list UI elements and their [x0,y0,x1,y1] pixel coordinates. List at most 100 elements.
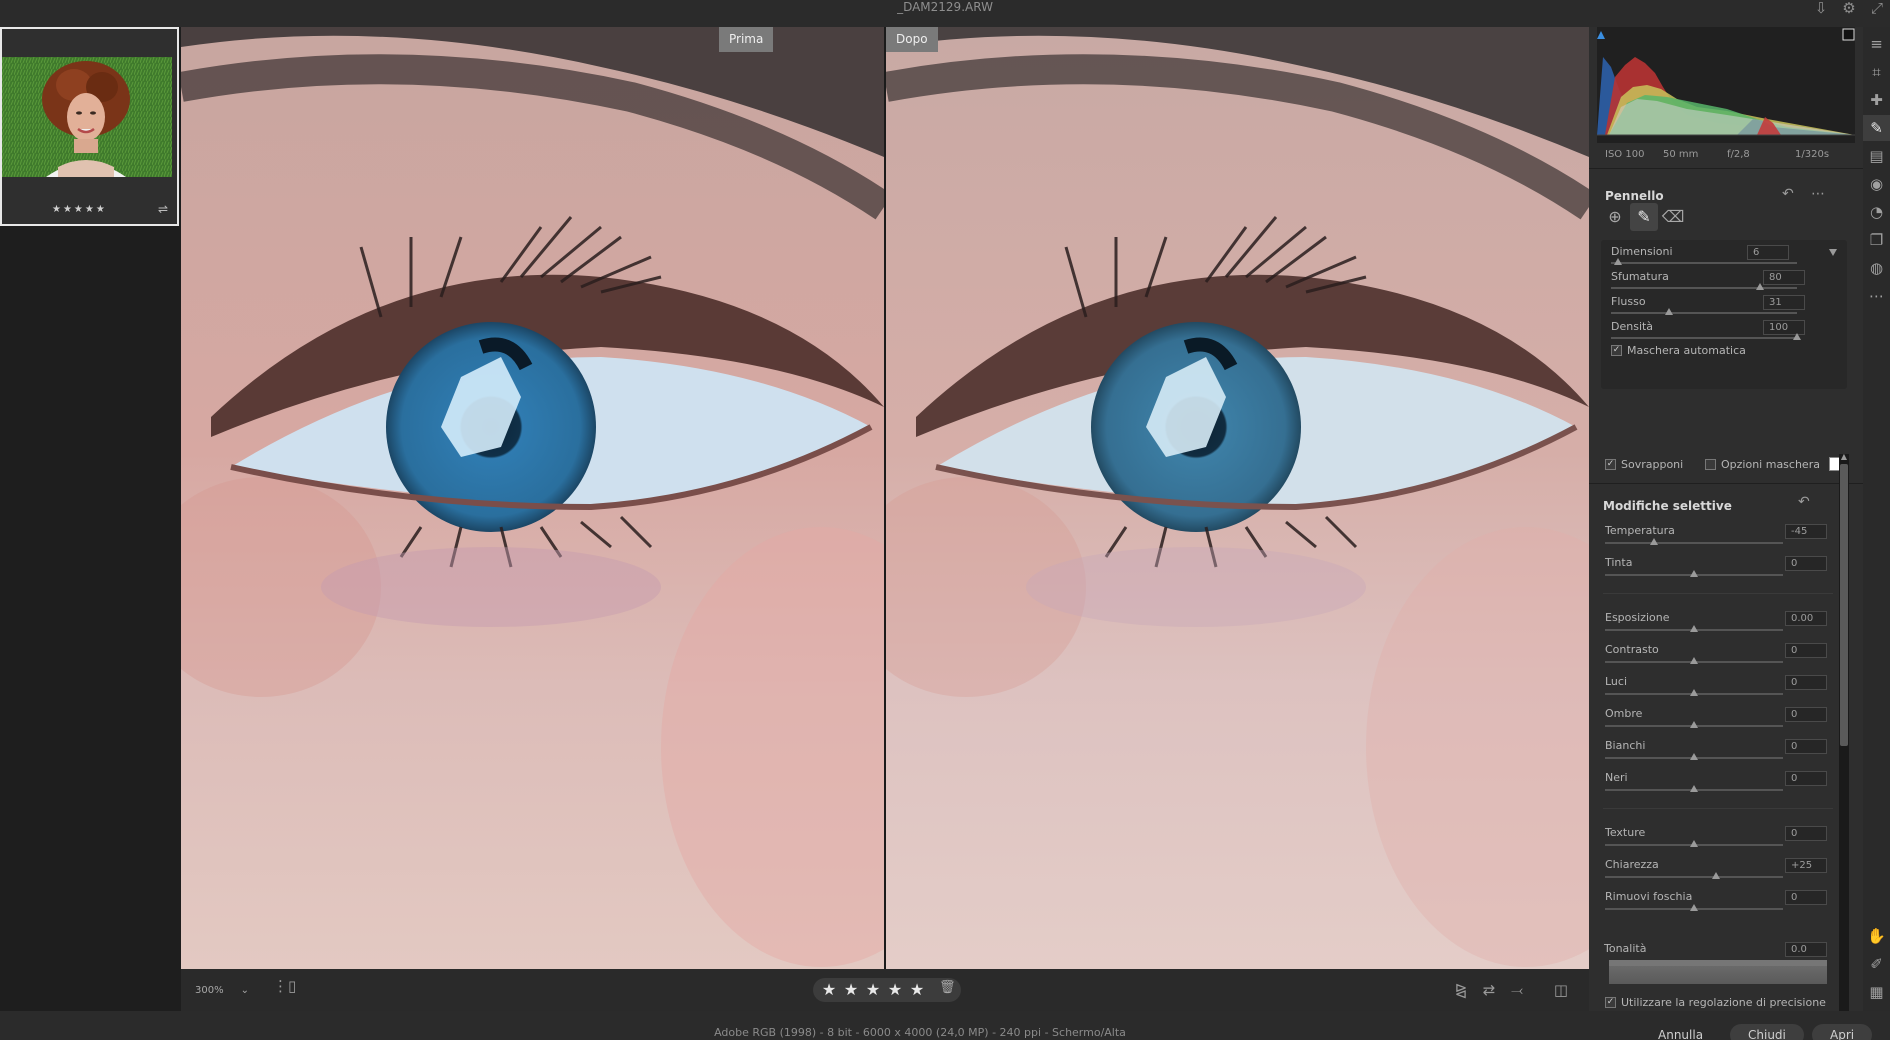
tone-value[interactable]: 0.0 [1785,942,1827,957]
presets-icon[interactable]: ◍ [1863,255,1890,281]
scroll-up-icon[interactable]: ▲ [1839,452,1849,461]
flusso-slider[interactable] [1611,312,1797,314]
flusso-slider-thumb[interactable] [1664,308,1673,315]
panel-scrollbar[interactable]: ▲ ▼ [1839,452,1849,1036]
more-options-icon[interactable]: ⋯ [1811,186,1825,202]
sfumatura-slider[interactable] [1611,287,1797,289]
hand-icon[interactable]: ✋ [1863,923,1890,949]
image-info[interactable]: Adobe RGB (1998) - 8 bit - 6000 x 4000 (… [560,1026,1280,1039]
cancel-button[interactable]: Annulla [1640,1024,1721,1040]
image-canvas[interactable]: Prima Dopo [181,27,1589,969]
bianchi-value[interactable]: 0 [1785,739,1827,754]
precision-label: Utilizzare la regolazione di precisione [1621,996,1826,1009]
tinta-slider-thumb[interactable] [1690,570,1698,577]
neri-value[interactable]: 0 [1785,771,1827,786]
after-view[interactable]: Dopo [886,27,1589,969]
dimensioni-value[interactable]: 6 [1747,245,1789,260]
tinta-value[interactable]: 0 [1785,556,1827,571]
radial-icon[interactable]: ◉ [1863,171,1890,197]
temperatura-slider-thumb[interactable] [1649,538,1658,545]
tone-slider[interactable] [1609,960,1827,984]
rimuovi-foschia-value[interactable]: 0 [1785,890,1827,905]
sfumatura-value[interactable]: 80 [1763,270,1805,285]
swap-icon[interactable]: ⇄ [1477,979,1501,1001]
more-icon[interactable]: ⋯ [1863,283,1890,309]
chiarezza-slider[interactable] [1605,876,1783,878]
scroll-thumb[interactable] [1840,464,1848,746]
copy-settings-icon[interactable]: ⤙ [1505,979,1529,1001]
rating-star-4[interactable]: ★ [885,979,905,1001]
add-brush-icon[interactable]: ⊕ [1601,203,1629,231]
mask-options-checkbox[interactable] [1705,459,1716,470]
filmstrip-thumbnail[interactable]: ★★★★★ ⇌ [0,27,179,226]
export-icon[interactable]: ⇩ [1810,0,1832,20]
before-view[interactable]: Prima [181,27,884,969]
luci-slider-thumb[interactable] [1690,689,1698,696]
ombre-slider-thumb[interactable] [1690,721,1698,728]
auto-mask-checkbox[interactable]: ✓ [1611,345,1622,356]
collapse-icon[interactable] [1829,249,1837,256]
dimensioni-slider-thumb[interactable] [1614,258,1623,265]
luci-value[interactable]: 0 [1785,675,1827,690]
esposizione-slider-thumb[interactable] [1690,625,1698,632]
bianchi-slider-thumb[interactable] [1690,753,1698,760]
mask-options-label: Opzioni maschera [1721,458,1820,471]
sfumatura-slider-thumb[interactable] [1755,283,1764,290]
open-button[interactable]: Apri [1812,1024,1873,1040]
rating-star-1[interactable]: ★ [819,979,839,1001]
rimuovi-foschia-label: Rimuovi foschia [1605,890,1693,903]
chiarezza-value[interactable]: +25 [1785,858,1827,873]
grid-icon[interactable]: ▦ [1863,979,1890,1005]
esposizione-value[interactable]: 0.00 [1785,611,1827,626]
edit-icon[interactable]: ≡ [1863,31,1890,57]
flusso-label: Flusso [1611,295,1646,308]
reset-icon[interactable]: ↶ [1798,494,1810,510]
eyedropper-icon[interactable]: ✐ [1863,951,1890,977]
adjustments-icon: ⇌ [158,202,169,216]
snapshots-icon[interactable]: ❐ [1863,227,1890,253]
exif-aperture: f/2,8 [1727,149,1750,160]
divider [1589,168,1863,169]
zoom-select[interactable]: 300% ⌄ [195,981,249,1001]
compare-view-icon[interactable]: ◫ [1549,979,1573,1001]
rating-star-5[interactable]: ★ [907,979,927,1001]
flusso-value[interactable]: 31 [1763,295,1805,310]
brush-icon[interactable]: ✎ [1863,115,1890,141]
chiarezza-slider-thumb[interactable] [1712,872,1721,879]
close-button[interactable]: Chiudi [1730,1024,1804,1040]
neri-slider-thumb[interactable] [1690,785,1698,792]
rimuovi-foschia-slider-thumb[interactable] [1690,904,1698,911]
filmstrip-toggle-icon[interactable]: ⋮▯ [273,977,296,1001]
histogram [1597,27,1855,143]
neri-label: Neri [1605,771,1628,784]
crop-icon[interactable]: ⌗ [1863,59,1890,85]
redeye-icon[interactable]: ◔ [1863,199,1890,225]
texture-slider-thumb[interactable] [1690,840,1698,847]
expand-icon[interactable]: ⤢ [1866,0,1888,20]
dimensioni-slider[interactable] [1611,262,1797,264]
thumbnail-image [2,57,172,177]
texture-value[interactable]: 0 [1785,826,1827,841]
eraser-icon[interactable]: ⌫ [1659,203,1687,231]
flip-icon[interactable]: ⧎ [1449,979,1473,1001]
healing-icon[interactable]: ✚ [1863,87,1890,113]
densita-slider-thumb[interactable] [1793,333,1801,340]
trash-icon[interactable]: 🗑 [939,980,956,995]
overlay-checkbox[interactable]: ✓ [1605,459,1616,470]
window-title: _DAM2129.ARW [897,0,993,14]
rating-star-3[interactable]: ★ [863,979,883,1001]
temperatura-slider[interactable] [1605,542,1783,544]
ombre-label: Ombre [1605,707,1643,720]
rating-star-2[interactable]: ★ [841,979,861,1001]
contrasto-value[interactable]: 0 [1785,643,1827,658]
brush-tool-icon[interactable]: ✎ [1630,203,1658,231]
gradient-icon[interactable]: ▤ [1863,143,1890,169]
thumbnail-rating[interactable]: ★★★★★ [52,204,107,215]
settings-icon[interactable]: ⚙ [1838,0,1860,20]
precision-checkbox[interactable]: ✓ [1605,997,1616,1008]
temperatura-value[interactable]: -45 [1785,524,1827,539]
contrasto-slider-thumb[interactable] [1690,657,1698,664]
reset-icon[interactable]: ↶ [1782,186,1794,202]
densita-slider[interactable] [1611,337,1797,339]
ombre-value[interactable]: 0 [1785,707,1827,722]
